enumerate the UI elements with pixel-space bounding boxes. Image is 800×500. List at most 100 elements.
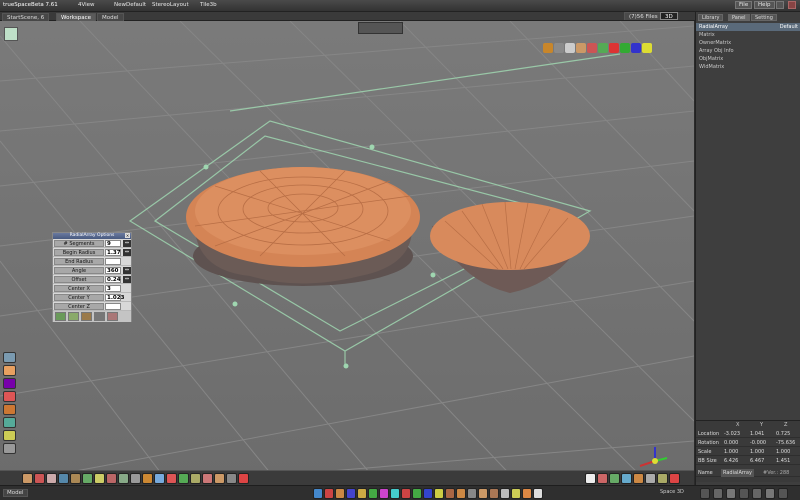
scene-thumbnail-icon[interactable] — [4, 27, 18, 41]
status-tool-icon[interactable] — [412, 488, 422, 499]
array-icon[interactable] — [81, 312, 92, 321]
transform-x-field[interactable]: -3.023 — [724, 430, 740, 438]
tab-setting[interactable]: Setting — [751, 14, 777, 21]
panel-object-header[interactable]: RadialArray Default — [696, 23, 800, 31]
option-value-field[interactable]: 9 — [105, 240, 121, 247]
panel-tool-icon[interactable] — [778, 488, 788, 499]
plant-icon[interactable] — [82, 473, 93, 484]
sun-icon[interactable] — [94, 473, 105, 484]
transform-x-field[interactable]: 1.000 — [724, 448, 738, 456]
status-tool-icon[interactable] — [346, 488, 356, 499]
apply-icon[interactable] — [55, 312, 66, 321]
tab-library[interactable]: Library — [698, 14, 724, 21]
bbox-handle[interactable] — [343, 363, 349, 369]
arrow-stepper-icon[interactable]: ⇔ — [123, 240, 131, 247]
status-tool-icon[interactable] — [390, 488, 400, 499]
render-tool-icon[interactable] — [633, 473, 644, 484]
primitive-tool-icon[interactable] — [3, 404, 16, 415]
nav-widget[interactable] — [358, 22, 403, 34]
paint-tool-icon[interactable] — [3, 378, 16, 389]
status-tool-icon[interactable] — [379, 488, 389, 499]
transform-x-field[interactable]: 0.000 — [724, 439, 738, 447]
status-tool-icon[interactable] — [500, 488, 510, 499]
axis-y-icon[interactable] — [620, 43, 630, 53]
delete-icon[interactable] — [107, 312, 118, 321]
status-tool-icon[interactable] — [423, 488, 433, 499]
menu-stereolayout[interactable]: StereoLayout — [152, 2, 189, 8]
transform-y-field[interactable]: -0.000 — [750, 439, 766, 447]
edit-tool-icon[interactable] — [3, 443, 16, 454]
tree-item[interactable]: WldMatrix — [696, 64, 724, 70]
panel-tool-icon[interactable] — [726, 488, 736, 499]
cone-object[interactable] — [430, 201, 590, 293]
axis-z-icon[interactable] — [631, 43, 641, 53]
render-tool-icon[interactable] — [621, 473, 632, 484]
arrow-stepper-icon[interactable]: ⇔ — [123, 249, 131, 256]
transform-x-field[interactable]: 6.426 — [724, 457, 738, 465]
tab-workspace[interactable]: Workspace — [56, 13, 97, 21]
tab-model[interactable]: Model — [97, 13, 124, 21]
bbox-handle[interactable] — [369, 144, 375, 150]
paint-icon[interactable] — [543, 43, 553, 53]
transform-y-field[interactable]: 1.041 — [750, 430, 764, 438]
box-icon[interactable] — [142, 473, 153, 484]
option-value-field[interactable]: 0.24 — [105, 276, 121, 283]
option-value-field[interactable] — [105, 303, 121, 310]
option-value-field[interactable]: 1.37 — [105, 249, 121, 256]
tree-icon[interactable] — [178, 473, 189, 484]
fire-icon[interactable] — [166, 473, 177, 484]
mode-3d-button[interactable]: 3D — [660, 12, 678, 20]
sphere-icon[interactable] — [190, 473, 201, 484]
camera-icon[interactable] — [58, 473, 69, 484]
help-menu[interactable]: Help — [754, 1, 775, 9]
axis-gizmo[interactable] — [639, 447, 668, 467]
status-tool-icon[interactable] — [511, 488, 521, 499]
render-tool-icon[interactable] — [645, 473, 656, 484]
files-button[interactable]: (7)56 Files — [624, 12, 663, 20]
radial-array-object[interactable] — [186, 167, 420, 286]
bbox-handle[interactable] — [232, 301, 238, 307]
tool-icon[interactable] — [226, 473, 237, 484]
cube-icon[interactable] — [214, 473, 225, 484]
render-icon[interactable] — [34, 473, 45, 484]
menu-newdefault[interactable]: NewDefault — [114, 2, 146, 8]
refresh-icon[interactable] — [68, 312, 79, 321]
paint-icon[interactable] — [106, 473, 117, 484]
tab-panel[interactable]: Panel — [728, 14, 750, 21]
minimize-button[interactable] — [776, 1, 784, 9]
status-tool-icon[interactable] — [434, 488, 444, 499]
option-value-field[interactable] — [105, 258, 121, 265]
file-menu[interactable]: File — [735, 1, 753, 9]
status-tool-icon[interactable] — [533, 488, 543, 499]
option-value-field[interactable]: 360 — [105, 267, 121, 274]
status-tool-icon[interactable] — [313, 488, 323, 499]
menu-tile3b[interactable]: Tile3b — [200, 2, 217, 8]
stop-icon[interactable] — [238, 473, 249, 484]
arrow-stepper-icon[interactable]: ⇔ — [123, 267, 131, 274]
status-mode-label[interactable]: Model — [3, 489, 28, 497]
lasso-tool-icon[interactable] — [3, 365, 16, 376]
axis-x-icon[interactable] — [609, 43, 619, 53]
transform-z-field[interactable]: -75.636 — [776, 439, 795, 447]
status-tool-icon[interactable] — [445, 488, 455, 499]
grid-icon[interactable] — [642, 43, 652, 53]
status-tool-icon[interactable] — [478, 488, 488, 499]
bbox-handle[interactable] — [203, 164, 209, 170]
view-icon[interactable] — [554, 43, 564, 53]
tree-item[interactable]: ObjMatrix — [696, 56, 723, 62]
bbox-handle[interactable] — [430, 272, 436, 278]
panel-tool-icon[interactable] — [752, 488, 762, 499]
arrow-stepper-icon[interactable]: ⇔ — [123, 276, 131, 283]
status-tool-icon[interactable] — [335, 488, 345, 499]
transform-y-field[interactable]: 6.467 — [750, 457, 764, 465]
render-tool-icon[interactable] — [597, 473, 608, 484]
material-tool-icon[interactable] — [3, 417, 16, 428]
water-icon[interactable] — [154, 473, 165, 484]
select-tool-icon[interactable] — [3, 352, 16, 363]
tool-icon[interactable] — [94, 312, 105, 321]
light-icon[interactable] — [46, 473, 57, 484]
transform-y-field[interactable]: 1.000 — [750, 448, 764, 456]
status-tool-icon[interactable] — [522, 488, 532, 499]
deform-tool-icon[interactable] — [3, 391, 16, 402]
panel-tool-icon[interactable] — [739, 488, 749, 499]
